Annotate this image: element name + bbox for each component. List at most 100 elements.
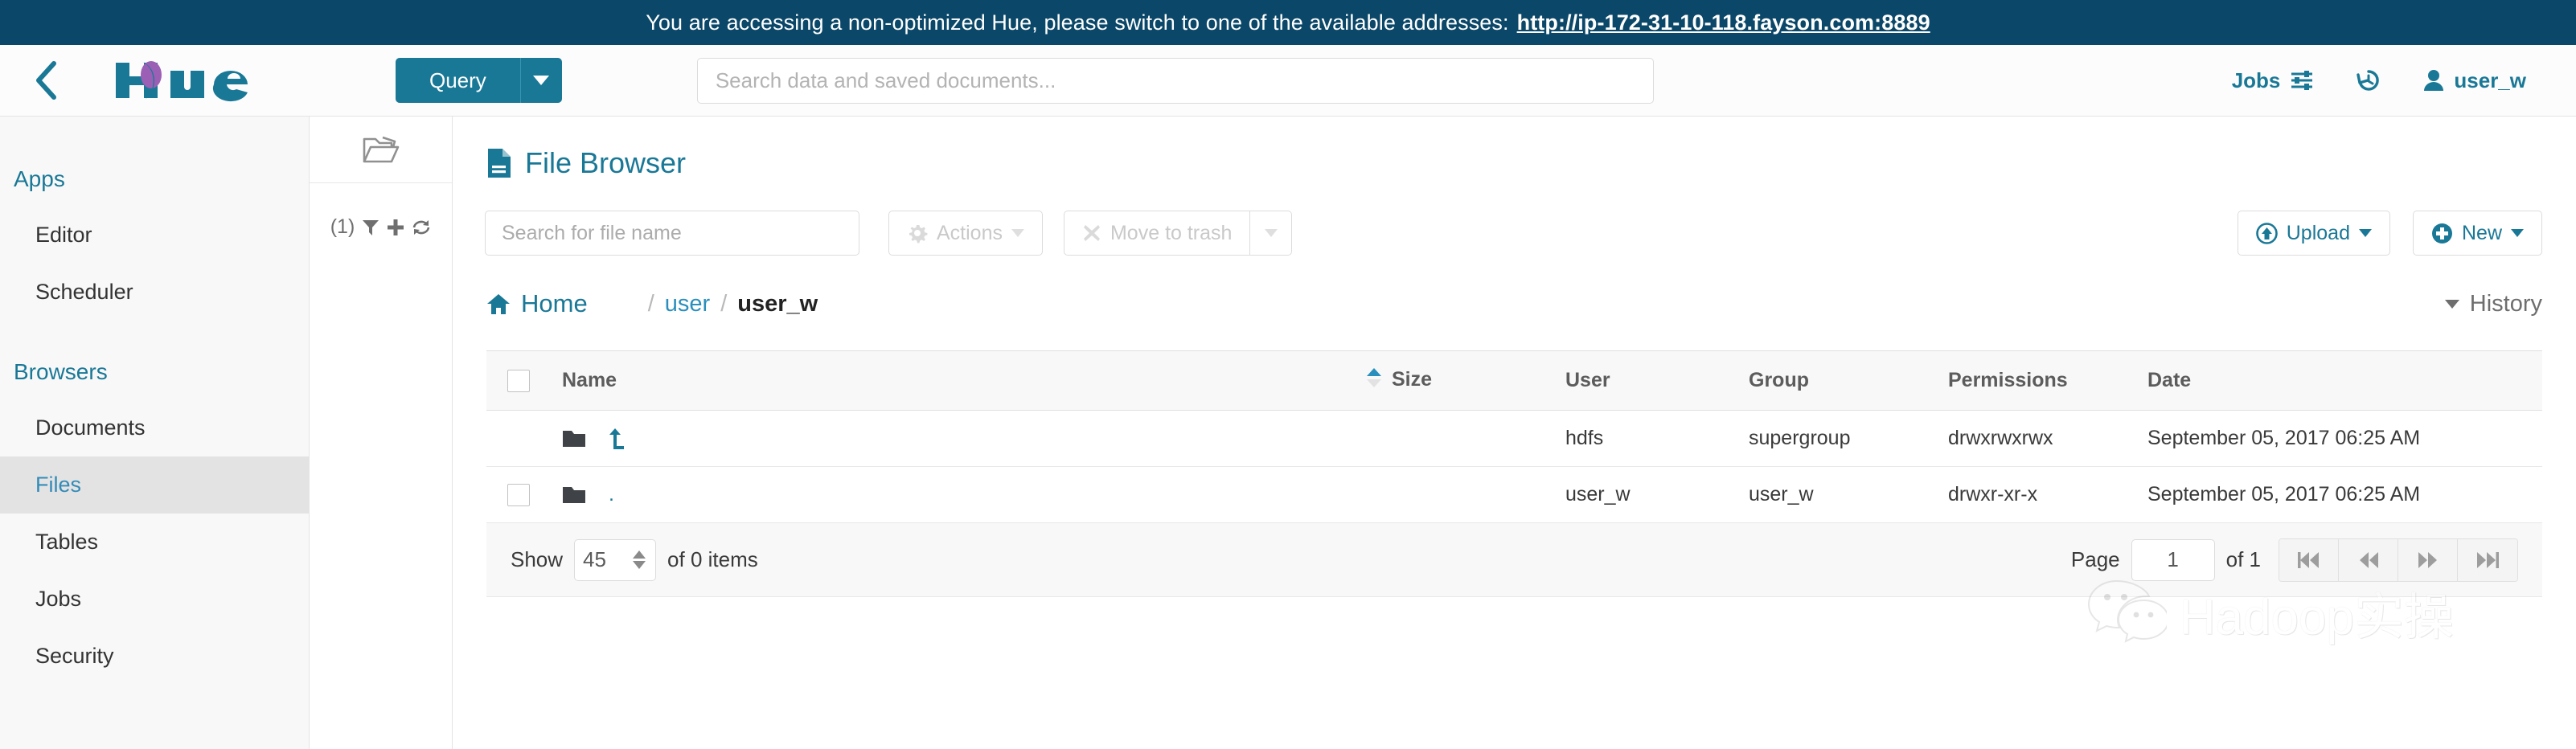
column-header-user[interactable]: User: [1565, 350, 1749, 411]
new-button[interactable]: New: [2412, 211, 2542, 256]
user-menu-item[interactable]: user_w: [2402, 68, 2547, 93]
folder-icon: [563, 487, 585, 504]
page-number-input[interactable]: [2131, 538, 2215, 581]
upload-circle-icon: [2255, 222, 2278, 244]
last-page-button[interactable]: [2458, 538, 2517, 581]
row-date-cell: September 05, 2017 06:25 AM: [2147, 466, 2542, 524]
plus-circle-icon: [2431, 223, 2452, 244]
jobs-nav-item[interactable]: Jobs: [2211, 68, 2336, 93]
table-header-row: Name Size User Group Permissions Date: [486, 350, 2542, 411]
column-header-size-label: Size: [1392, 368, 1433, 391]
move-to-trash-button[interactable]: Move to trash: [1063, 211, 1251, 256]
file-document-icon: [488, 149, 511, 178]
breadcrumb-home[interactable]: Home: [486, 289, 588, 318]
row-group-cell: supergroup: [1749, 410, 1948, 467]
of-items-label: of 0 items: [667, 547, 758, 572]
back-button[interactable]: [24, 58, 69, 103]
history-label: History: [2469, 290, 2542, 317]
of-pages-label: of 1: [2225, 547, 2261, 572]
file-search-input[interactable]: [485, 211, 859, 256]
caret-down-icon: [2511, 229, 2524, 237]
clock-rotate-left-icon: [2357, 70, 2380, 91]
page-title-text: File Browser: [525, 146, 687, 179]
breadcrumb-home-label: Home: [521, 289, 588, 317]
file-table-header: Name Size User Group Permissions Date: [486, 350, 2542, 411]
sidebar-item-security[interactable]: Security: [0, 628, 309, 685]
breadcrumb-item-user[interactable]: user: [665, 291, 710, 317]
upload-button[interactable]: Upload: [2237, 211, 2390, 256]
move-to-trash-dropdown[interactable]: [1250, 211, 1293, 256]
backward-icon: [2359, 551, 2378, 568]
column-header-date-label: Date: [2147, 369, 2192, 391]
select-all-checkbox[interactable]: [507, 370, 530, 393]
sidebar-item-files[interactable]: Files: [0, 456, 309, 514]
column-header-group[interactable]: Group: [1749, 350, 1948, 411]
left-sidebar: Apps Editor Scheduler Browsers Documents…: [0, 117, 310, 749]
arrow-up-parent-icon[interactable]: [609, 428, 626, 450]
caret-down-icon: [633, 561, 646, 570]
filter-icon: [363, 219, 379, 235]
hue-logo-icon: [116, 61, 248, 102]
sidebar-item-tables[interactable]: Tables: [0, 514, 309, 571]
select-all-header: [486, 350, 562, 411]
column-header-permissions[interactable]: Permissions: [1948, 350, 2147, 411]
actions-label: Actions: [937, 221, 1003, 244]
row-name-link[interactable]: .: [609, 483, 614, 506]
history-nav-item[interactable]: [2335, 68, 2402, 93]
sidebar-item-editor[interactable]: Editor: [0, 207, 309, 264]
global-search-input[interactable]: [696, 57, 1654, 104]
folder-open-icon: [363, 136, 399, 163]
banner-url-link[interactable]: http://ip-172-31-10-118.fayson.com:8889: [1517, 10, 1930, 35]
sidebar-item-documents[interactable]: Documents: [0, 399, 309, 456]
assist-filter-button[interactable]: [362, 219, 379, 236]
toolbar-right-group: Upload New: [2237, 211, 2542, 256]
actions-button[interactable]: Actions: [888, 211, 1043, 256]
caret-down-icon: [533, 76, 550, 85]
query-button[interactable]: Query: [396, 58, 520, 103]
banner-message: You are accessing a non-optimized Hue, p…: [646, 10, 1509, 35]
column-header-size[interactable]: Size: [1366, 350, 1565, 411]
query-dropdown-toggle[interactable]: [519, 58, 562, 103]
page-size-stepper[interactable]: 45: [574, 538, 657, 581]
jobs-nav-label: Jobs: [2231, 68, 2281, 92]
sidebar-item-scheduler[interactable]: Scheduler: [0, 264, 309, 321]
step-backward-icon: [2297, 551, 2319, 568]
close-x-icon: [1083, 225, 1100, 241]
breadcrumb-separator-2: /: [720, 290, 728, 317]
next-page-button[interactable]: [2398, 538, 2458, 581]
hue-logo[interactable]: [111, 58, 270, 103]
sort-ascending-icon: [1366, 367, 1382, 394]
column-header-date[interactable]: Date: [2147, 350, 2542, 411]
table-row[interactable]: . user_w user_w drwxr-xr-x September 05,…: [486, 466, 2542, 524]
row-name-cell: .: [562, 466, 1366, 524]
row-user-cell: user_w: [1565, 466, 1749, 524]
assist-folder-tab[interactable]: [310, 117, 452, 183]
column-header-permissions-label: Permissions: [1948, 369, 2068, 391]
column-header-user-label: User: [1565, 369, 1610, 391]
assist-refresh-button[interactable]: [412, 219, 431, 236]
previous-page-button[interactable]: [2339, 538, 2398, 581]
column-header-group-label: Group: [1749, 369, 1809, 391]
sidebar-item-jobs[interactable]: Jobs: [0, 571, 309, 628]
table-row[interactable]: hdfs supergroup drwxrwxrwx September 05,…: [486, 410, 2542, 467]
row-checkbox[interactable]: [507, 484, 530, 507]
first-page-button[interactable]: [2279, 538, 2339, 581]
row-user-cell: hdfs: [1565, 410, 1749, 467]
history-toggle[interactable]: History: [2444, 290, 2542, 317]
forward-icon: [2418, 551, 2437, 568]
assist-toolbar: (1): [310, 183, 452, 239]
refresh-icon: [412, 219, 430, 235]
column-header-name[interactable]: Name: [562, 350, 1366, 411]
caret-down-icon: [2444, 299, 2459, 309]
row-permissions-cell: drwxr-xr-x: [1948, 466, 2147, 524]
file-table: Name Size User Group Permissions Date hd…: [486, 350, 2542, 524]
new-label: New: [2461, 221, 2502, 244]
folder-icon: [563, 431, 585, 447]
caret-down-icon: [1264, 229, 1278, 237]
breadcrumb-separator-1: /: [647, 290, 654, 317]
pagination-controls: Page of 1: [2071, 538, 2518, 582]
assist-add-button[interactable]: [387, 219, 404, 236]
page-body: Apps Editor Scheduler Browsers Documents…: [0, 117, 2576, 749]
stepper-arrows[interactable]: [633, 550, 646, 570]
query-button-group: Query: [396, 58, 562, 103]
